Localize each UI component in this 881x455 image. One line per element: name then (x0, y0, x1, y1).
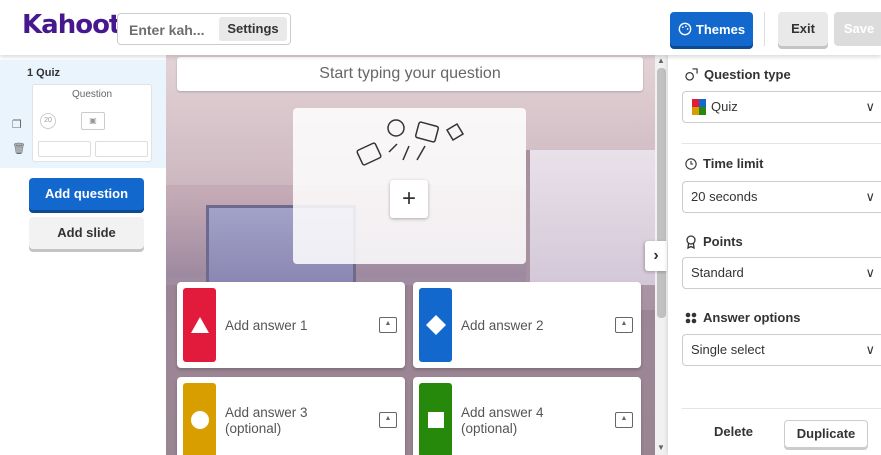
answer-2-image-icon[interactable]: ▲ (615, 317, 633, 333)
answer-3-text: Add answer 3 (optional) (225, 405, 308, 436)
time-limit-dropdown[interactable]: 20 seconds ∨ (682, 181, 881, 213)
media-upload-area[interactable]: + (293, 108, 526, 264)
add-slide-button[interactable]: Add slide (29, 217, 144, 249)
answer-options-heading: Answer options (685, 310, 801, 325)
exit-button[interactable]: Exit (778, 12, 828, 46)
kahoot-title-input[interactable]: Enter kah... Settings (117, 13, 291, 45)
themes-button[interactable]: Themes (670, 12, 753, 46)
answer-3[interactable]: Add answer 3 (optional) ▲ (177, 377, 405, 455)
triangle-icon (190, 317, 209, 333)
question-type-heading: Question type (685, 67, 791, 82)
thumbnail-timer: 20 (40, 113, 56, 129)
answer-2-shape (419, 288, 452, 362)
media-illustration-icon (356, 119, 465, 166)
answer-1-image-icon[interactable]: ▲ (379, 317, 397, 333)
kahoot-title-placeholder: Enter kah... (129, 22, 205, 38)
circle-icon (190, 411, 209, 429)
slide-item-1[interactable]: 1 Quiz ❐ 🗑 Question 20 ▣ (0, 60, 166, 168)
add-media-button[interactable]: + (390, 180, 428, 218)
slides-sidebar: 1 Quiz ❐ 🗑 Question 20 ▣ Add question Ad… (0, 55, 166, 455)
chevron-down-icon: ∨ (865, 99, 875, 114)
delete-slide-icon[interactable]: 🗑 (12, 142, 26, 155)
points-heading: Points (685, 234, 743, 249)
points-value: Standard (691, 265, 744, 280)
expand-panel-button[interactable]: › (645, 241, 667, 271)
answer-4-shape (419, 383, 452, 455)
time-limit-value: 20 seconds (691, 189, 758, 204)
settings-panel: Question type Quiz ∨ Time limit 20 secon… (668, 55, 881, 455)
answer-options-dropdown[interactable]: Single select ∨ (682, 334, 881, 366)
chevron-down-icon: ∨ (865, 189, 875, 204)
scroll-down-icon[interactable]: ▼ (657, 443, 665, 452)
medal-icon (686, 234, 696, 249)
delete-button[interactable]: Delete (714, 424, 753, 439)
quiz-type-icon (692, 99, 706, 115)
question-canvas: Start typing your question + Add answer … (166, 55, 656, 455)
answer-1[interactable]: Add answer 1 ▲ (177, 282, 405, 368)
add-question-button[interactable]: Add question (29, 178, 144, 210)
chevron-down-icon: ∨ (865, 265, 875, 280)
thumbnail-answer-2 (95, 141, 148, 157)
answer-3-shape (183, 383, 216, 455)
points-label: Points (703, 234, 743, 249)
scroll-up-icon[interactable]: ▲ (657, 56, 665, 65)
question-type-label: Question type (704, 67, 791, 82)
canvas-scroll-thumb[interactable] (657, 68, 666, 318)
themes-label: Themes (695, 21, 746, 37)
time-limit-heading: Time limit (685, 156, 763, 171)
section-divider (682, 143, 881, 144)
answer-options-value: Single select (691, 342, 765, 357)
thumbnail-image-icon: ▣ (81, 112, 105, 130)
thumbnail-question: Question (71, 89, 113, 100)
thumbnail-answer-1 (38, 141, 91, 157)
time-limit-label: Time limit (703, 156, 764, 171)
clock-icon (685, 157, 697, 170)
kahoot-logo[interactable]: Kahoot! (22, 10, 132, 40)
answer-4-text: Add answer 4 (optional) (461, 405, 544, 436)
square-icon (427, 412, 444, 428)
save-button[interactable]: Save (834, 12, 881, 46)
dots-grid-icon (685, 312, 697, 323)
header-divider (764, 12, 765, 46)
answer-1-text: Add answer 1 (225, 318, 308, 333)
answer-1-shape (183, 288, 216, 362)
slide-label: 1 Quiz (27, 67, 61, 79)
settings-button[interactable]: Settings (219, 17, 287, 41)
answer-2-text: Add answer 2 (461, 318, 544, 333)
answer-4[interactable]: Add answer 4 (optional) ▲ (413, 377, 641, 455)
answer-4-image-icon[interactable]: ▲ (615, 412, 633, 428)
points-dropdown[interactable]: Standard ∨ (682, 257, 881, 289)
answer-3-image-icon[interactable]: ▲ (379, 412, 397, 428)
question-type-dropdown[interactable]: Quiz ∨ (682, 91, 881, 123)
question-input[interactable]: Start typing your question (177, 57, 643, 91)
answer-2[interactable]: Add answer 2 ▲ (413, 282, 641, 368)
slide-thumbnail: Question 20 ▣ (32, 84, 152, 162)
duplicate-button[interactable]: Duplicate (784, 420, 868, 448)
top-bar: Kahoot! Enter kah... Settings Themes Exi… (0, 0, 881, 55)
shapes-icon (685, 68, 698, 81)
chevron-down-icon: ∨ (865, 342, 875, 357)
question-type-value: Quiz (711, 99, 738, 114)
palette-icon (678, 22, 692, 36)
diamond-icon (425, 315, 446, 335)
section-divider (682, 408, 881, 409)
duplicate-slide-icon[interactable]: ❐ (12, 118, 22, 131)
answer-options-label: Answer options (703, 310, 801, 325)
